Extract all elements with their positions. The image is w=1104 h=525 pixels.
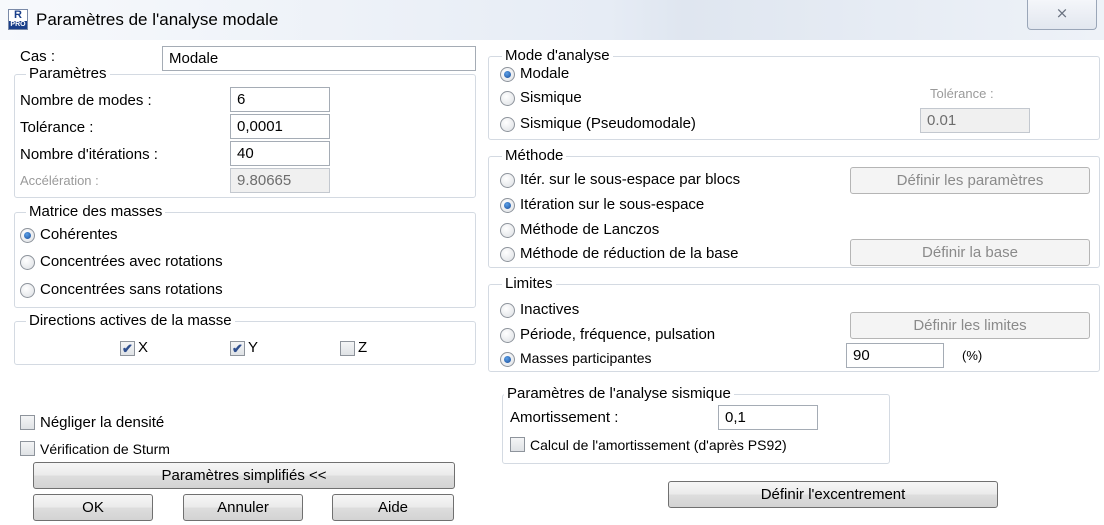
periode-label: Période, fréquence, pulsation (520, 326, 716, 343)
simplified-params-label: Paramètres simplifiés << (161, 467, 327, 484)
mode-analyse-title: Mode d'analyse (502, 48, 613, 64)
nb-modes-input[interactable]: 6 (230, 87, 330, 112)
definir-excentrement-button[interactable]: Définir l'excentrement (668, 481, 998, 508)
cas-label: Cas : (20, 48, 56, 65)
radio-iter-blocs[interactable] (500, 173, 515, 188)
iterations-label: Nombre d'itérations : (20, 146, 158, 163)
radio-inactives[interactable] (500, 303, 515, 318)
definir-base-button[interactable]: Définir la base (850, 239, 1090, 266)
amortissement-input[interactable]: 0,1 (718, 405, 818, 430)
window-title: Paramètres de l'analyse modale (36, 10, 279, 29)
radio-sismique[interactable] (500, 91, 515, 106)
radio-modale[interactable] (500, 67, 515, 82)
limites-title: Limites (502, 276, 556, 292)
annuler-button[interactable]: Annuler (183, 494, 303, 521)
nb-modes-label: Nombre de modes : (20, 92, 152, 109)
acceleration-input: 9.80665 (230, 168, 330, 193)
definir-limites-label: Définir les limites (913, 317, 1027, 334)
simplified-params-button[interactable]: Paramètres simplifiés << (33, 462, 455, 489)
checkbox-z[interactable] (340, 341, 355, 356)
aide-label: Aide (377, 499, 409, 516)
acceleration-value: 9.80665 (237, 172, 292, 189)
tolerance-input[interactable]: 0,0001 (230, 114, 330, 139)
close-icon: ⨯ (1055, 5, 1069, 22)
iteration-sous-espace-label: Itération sur le sous-espace (520, 196, 705, 213)
definir-parametres-button[interactable]: Définir les paramètres (850, 167, 1090, 194)
cas-value: Modale (169, 50, 219, 67)
tolerance-value: 0,0001 (237, 118, 283, 135)
sismique-group (502, 394, 890, 464)
iter-blocs-label: Itér. sur le sous-espace par blocs (520, 171, 741, 188)
sismique-label: Sismique (520, 89, 582, 106)
y-label: Y (248, 339, 259, 356)
z-label: Z (358, 339, 368, 356)
checkbox-negliger-densite[interactable] (20, 415, 35, 430)
coherentes-label: Cohérentes (40, 226, 118, 243)
radio-iteration-sous-espace[interactable] (500, 198, 515, 213)
app-icon-letter: R (14, 9, 22, 21)
tolerance-label: Tolérance : (20, 119, 94, 136)
negliger-densite-label: Négliger la densité (40, 414, 165, 431)
cas-input[interactable]: Modale (162, 46, 476, 71)
lanczos-label: Méthode de Lanczos (520, 221, 660, 238)
radio-coherentes[interactable] (20, 228, 35, 243)
concentrees-avec-label: Concentrées avec rotations (40, 253, 223, 270)
definir-parametres-label: Définir les paramètres (896, 172, 1044, 189)
radio-concentrees-avec[interactable] (20, 255, 35, 270)
radio-masses-participantes[interactable] (500, 352, 515, 367)
checkbox-sturm[interactable] (20, 441, 35, 456)
acceleration-label: Accélération : (20, 173, 99, 188)
masses-input[interactable]: 90 (846, 343, 944, 368)
masses-value: 90 (853, 347, 870, 364)
modale-label: Modale (520, 65, 570, 82)
sismique-pseudomodale-label: Sismique (Pseudomodale) (520, 115, 696, 132)
app-icon: R PRO (8, 9, 28, 30)
directions-title: Directions actives de la masse (26, 313, 235, 329)
annuler-label: Annuler (217, 499, 269, 516)
nb-modes-value: 6 (237, 91, 246, 108)
radio-periode[interactable] (500, 328, 515, 343)
x-label: X (138, 339, 149, 356)
checkbox-calcul-amortissement[interactable] (510, 437, 525, 452)
calcul-amortissement-label: Calcul de l'amortissement (d'après PS92) (530, 437, 787, 453)
radio-reduction-base[interactable] (500, 247, 515, 262)
mode-tolerance-input: 0.01 (920, 108, 1030, 133)
methode-title: Méthode (502, 148, 567, 164)
sturm-label: Vérification de Sturm (40, 441, 170, 457)
masses-participantes-label: Masses participantes (520, 350, 652, 366)
checkbox-x[interactable]: ✔ (120, 341, 135, 356)
mode-tolerance-label: Tolérance : (930, 86, 994, 101)
inactives-label: Inactives (520, 301, 580, 318)
concentrees-sans-label: Concentrées sans rotations (40, 281, 223, 298)
amortissement-value: 0,1 (725, 409, 746, 426)
reduction-base-label: Méthode de réduction de la base (520, 245, 739, 262)
definir-excentrement-label: Définir l'excentrement (760, 486, 906, 503)
checkbox-y[interactable]: ✔ (230, 341, 245, 356)
ok-button[interactable]: OK (33, 494, 153, 521)
parametres-title: Paramètres (26, 66, 110, 82)
ok-label: OK (82, 499, 104, 516)
iterations-value: 40 (237, 145, 254, 162)
aide-button[interactable]: Aide (332, 494, 454, 521)
radio-sismique-pseudomodale[interactable] (500, 117, 515, 132)
matrice-title: Matrice des masses (26, 204, 166, 220)
masses-unit: (%) (962, 348, 983, 363)
close-button[interactable]: ⨯ (1027, 0, 1097, 30)
sismique-title: Paramètres de l'analyse sismique (504, 386, 734, 402)
radio-concentrees-sans[interactable] (20, 283, 35, 298)
app-icon-pro: PRO (9, 21, 27, 29)
definir-base-label: Définir la base (922, 244, 1018, 261)
title-bar: R PRO Paramètres de l'analyse modale ⨯ (0, 0, 1104, 40)
iterations-input[interactable]: 40 (230, 141, 330, 166)
mode-tolerance-value: 0.01 (927, 112, 957, 129)
radio-lanczos[interactable] (500, 223, 515, 238)
definir-limites-button[interactable]: Définir les limites (850, 312, 1090, 339)
amortissement-label: Amortissement : (510, 409, 619, 426)
